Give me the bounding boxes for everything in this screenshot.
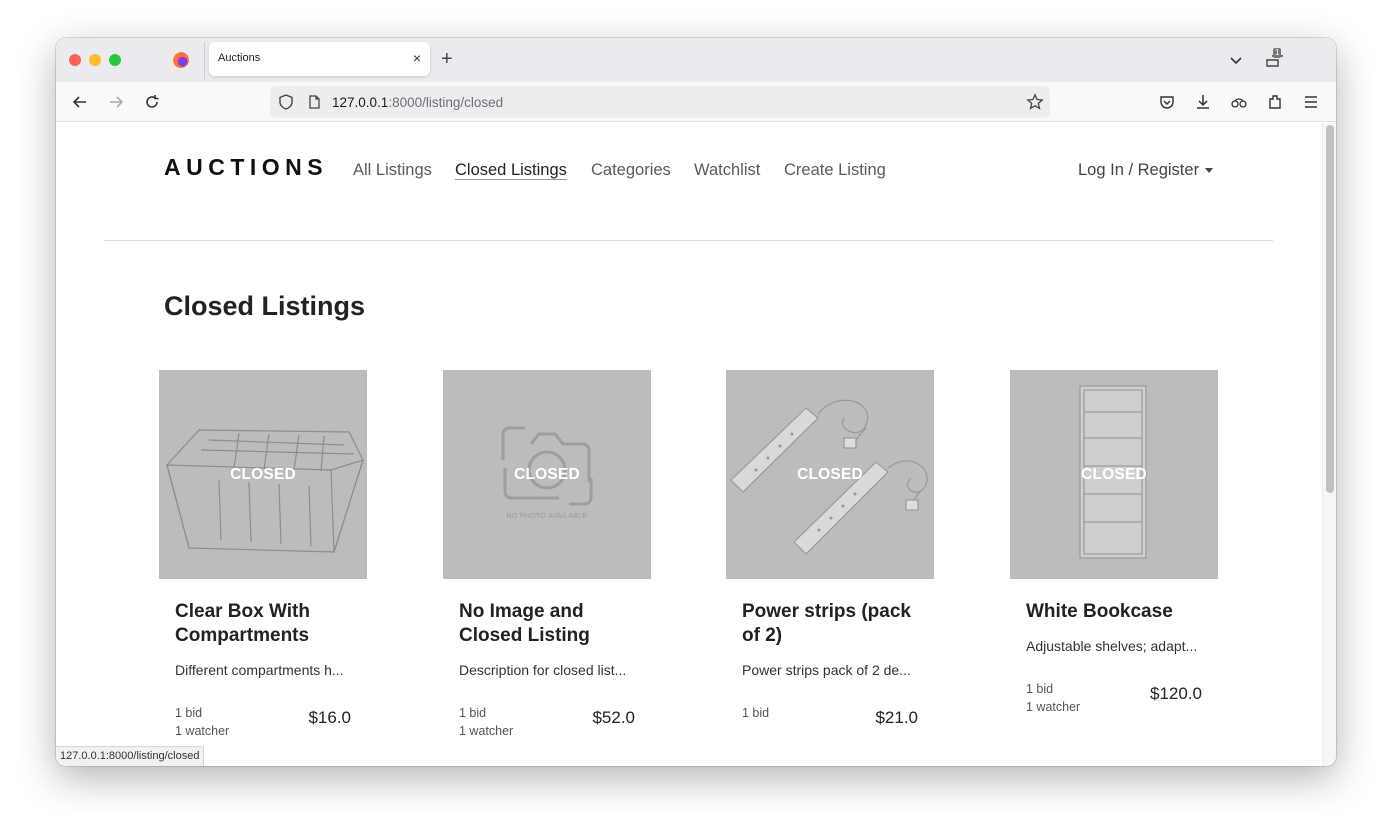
tab-count-badge: 1	[1273, 48, 1282, 58]
scrollbar-thumb[interactable]	[1326, 125, 1334, 493]
listing-meta: 1 bid 1 watcher	[459, 704, 513, 740]
listing-bid-count: 1 bid	[1026, 682, 1054, 696]
firefox-view-button[interactable]: 1	[1264, 48, 1290, 72]
page-icon[interactable]	[306, 94, 322, 110]
reload-icon[interactable]	[142, 92, 162, 112]
shield-icon[interactable]	[277, 93, 295, 111]
back-icon[interactable]	[70, 92, 90, 112]
closed-overlay-label: CLOSED	[1081, 466, 1147, 483]
nav-categories[interactable]: Categories	[591, 161, 671, 180]
listing-description: Adjustable shelves; adapt...	[1026, 638, 1198, 654]
page-title: Closed Listings	[164, 291, 366, 321]
listing-meta: 1 bid 1 watcher	[175, 704, 229, 740]
url-path: :8000/listing/closed	[388, 95, 504, 110]
listing-image[interactable]: CLOSED	[726, 370, 934, 579]
page-viewport: AUCTIONS All Listings Closed Listings Ca…	[56, 123, 1336, 766]
navigation-toolbar: 127.0.0.1:8000/listing/closed	[56, 82, 1336, 122]
extensions-icon[interactable]	[1265, 92, 1285, 112]
listing-bid-count: 1 bid	[742, 706, 770, 720]
closed-overlay-label: CLOSED	[514, 466, 580, 483]
nav-closed-listings[interactable]: Closed Listings	[455, 161, 567, 180]
minimize-window-button[interactable]	[89, 54, 101, 66]
listing-price: $120.0	[1150, 684, 1202, 703]
listing-description: Different compartments h...	[175, 662, 344, 678]
nav-all-listings[interactable]: All Listings	[353, 161, 432, 180]
listing-meta: 1 bid 1 watcher	[1026, 680, 1080, 716]
listing-image[interactable]: CLOSED	[1010, 370, 1218, 579]
listing-meta: 1 bid	[742, 704, 769, 722]
header-divider	[104, 240, 1273, 241]
closed-overlay-label: CLOSED	[797, 466, 863, 483]
listing-image[interactable]: NO PHOTO AVAILABLE CLOSED	[443, 370, 651, 579]
listing-bid-count: 1 bid	[175, 706, 203, 720]
forward-icon[interactable]	[106, 92, 126, 112]
tab-bar: Auctions × + 1	[56, 38, 1336, 82]
login-register-label: Log In / Register	[1078, 161, 1200, 179]
login-register-dropdown[interactable]: Log In / Register	[1078, 161, 1214, 180]
nav-create-listing[interactable]: Create Listing	[784, 161, 886, 180]
download-icon[interactable]	[1193, 92, 1213, 112]
browser-window: Auctions × + 1 127.0.0.1:8000/listing/cl…	[56, 38, 1336, 766]
bookmark-star-icon[interactable]	[1026, 93, 1044, 111]
firefox-logo-icon	[173, 52, 189, 68]
closed-overlay-label: CLOSED	[230, 466, 296, 483]
vertical-scrollbar[interactable]	[1322, 123, 1336, 766]
site-brand[interactable]: AUCTIONS	[164, 154, 328, 181]
url-host: 127.0.0.1	[332, 95, 389, 110]
listing-price: $21.0	[875, 708, 918, 727]
tab-title: Auctions	[218, 52, 261, 64]
close-tab-icon[interactable]: ×	[413, 49, 421, 67]
listing-description: Power strips pack of 2 de...	[742, 662, 911, 678]
listing-bid-count: 1 bid	[459, 706, 487, 720]
listing-title[interactable]: No Image and Closed Listing	[459, 600, 639, 648]
listing-watcher-count: 1 watcher	[1026, 700, 1081, 714]
close-window-button[interactable]	[69, 54, 81, 66]
hamburger-menu-icon[interactable]	[1301, 92, 1321, 112]
account-sync-icon[interactable]	[1229, 92, 1249, 112]
nav-watchlist[interactable]: Watchlist	[694, 161, 760, 180]
url-bar[interactable]: 127.0.0.1:8000/listing/closed	[270, 86, 1050, 118]
tab-separator	[204, 42, 205, 80]
new-tab-button[interactable]: +	[441, 48, 453, 70]
listing-title[interactable]: White Bookcase	[1026, 600, 1206, 624]
listing-watcher-count: 1 watcher	[459, 724, 514, 738]
listing-title[interactable]: Power strips (pack of 2)	[742, 600, 922, 648]
listing-description: Description for closed list...	[459, 662, 627, 678]
list-all-tabs-icon[interactable]	[1226, 50, 1246, 70]
zoom-window-button[interactable]	[109, 54, 121, 66]
status-bar-url: 127.0.0.1:8000/listing/closed	[56, 746, 205, 766]
listing-price: $52.0	[592, 708, 635, 727]
listing-image[interactable]: CLOSED	[159, 370, 367, 579]
listing-watcher-count: 1 watcher	[175, 724, 230, 738]
listing-price: $16.0	[308, 708, 351, 727]
listing-title[interactable]: Clear Box With Compartments	[175, 600, 355, 648]
url-text[interactable]: 127.0.0.1:8000/listing/closed	[332, 95, 503, 110]
pocket-icon[interactable]	[1157, 92, 1177, 112]
dropdown-caret-icon	[1205, 168, 1214, 174]
tab-auctions[interactable]: Auctions ×	[209, 42, 430, 76]
no-photo-text: NO PHOTO AVAILABLE	[506, 513, 588, 520]
